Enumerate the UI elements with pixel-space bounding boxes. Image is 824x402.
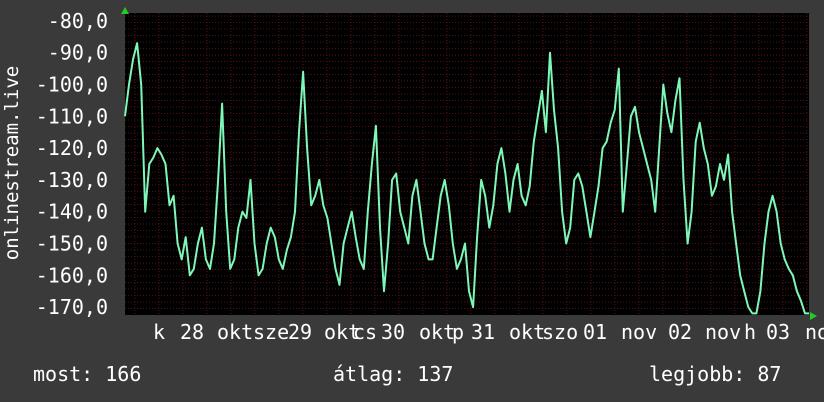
y-axis-label: onlinestream.live	[1, 65, 23, 261]
y-tick-label: -140,0	[36, 200, 108, 224]
x-tick-label: okt	[217, 320, 253, 344]
y-tick-label: -170,0	[36, 295, 108, 319]
y-axis-arrow-icon	[121, 7, 129, 14]
x-tick-label: sze	[253, 320, 289, 344]
y-tick-label: -130,0	[36, 168, 108, 192]
x-tick-label: no	[805, 320, 824, 344]
y-tick-labels: -80,0 -90,0 -100,0 -110,0 -120,0 -130,0 -140,0…	[36, 9, 108, 319]
x-tick-label: 31	[471, 320, 495, 344]
stat-average: átlag: 137	[333, 362, 454, 386]
x-tick-label: 03	[766, 320, 790, 344]
x-tick-label: nov	[621, 320, 657, 344]
x-tick-label: 30	[381, 320, 405, 344]
x-tick-label: nov	[705, 320, 741, 344]
x-tick-label: 01	[583, 320, 607, 344]
y-tick-label: -110,0	[36, 104, 108, 128]
stat-best: legjobb: 87	[649, 362, 782, 386]
x-tick-label: k	[153, 320, 165, 344]
x-tick-labels: k 28 okt sze29 oktcs 30 oktp 31 oktszo 01 nov 02 nov…	[153, 320, 824, 344]
x-tick-label: h	[744, 320, 756, 344]
x-tick-label: okt	[509, 320, 545, 344]
x-tick-label: p	[452, 320, 464, 344]
x-tick-label: szo	[542, 320, 578, 344]
y-tick-label: -150,0	[36, 231, 108, 255]
x-tick-label: cs	[353, 320, 377, 344]
x-axis-arrow-icon	[810, 312, 817, 320]
x-tick-label: 28	[180, 320, 204, 344]
y-tick-label: -160,0	[36, 263, 108, 287]
y-tick-label: -80,0	[48, 9, 108, 33]
stat-current: most: 166	[33, 362, 142, 386]
x-tick-label: 02	[668, 320, 692, 344]
x-tick-label: 29	[288, 320, 312, 344]
y-tick-label: -90,0	[48, 41, 108, 65]
chart-svg: -80,0 -90,0 -100,0 -110,0 -120,0 -130,0 -140,0…	[36, 7, 824, 344]
y-tick-label: -100,0	[36, 73, 108, 97]
x-tick-label: okt	[419, 320, 455, 344]
y-tick-label: -120,0	[36, 136, 108, 160]
